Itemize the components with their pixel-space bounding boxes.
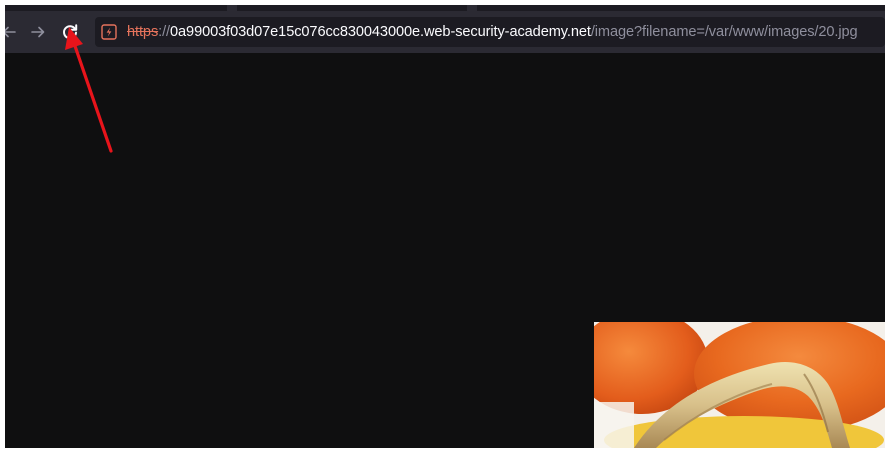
back-button[interactable]	[5, 20, 21, 44]
fruit-image	[594, 322, 885, 448]
insecure-site-icon[interactable]	[101, 24, 117, 40]
reload-button[interactable]	[58, 20, 82, 44]
url-path: /image?filename=/var/www/images/20.jpg	[590, 24, 858, 40]
navigation-toolbar: https://0a99003f03d07e15c076cc830043000e…	[5, 11, 885, 53]
url-separator: ://	[158, 24, 171, 40]
url-text[interactable]: https://0a99003f03d07e15c076cc830043000e…	[127, 17, 858, 47]
arrow-left-icon	[5, 26, 16, 38]
reload-icon	[63, 24, 78, 40]
forward-button[interactable]	[26, 20, 50, 44]
arrow-right-icon	[31, 26, 45, 38]
browser-window: https://0a99003f03d07e15c076cc830043000e…	[5, 5, 885, 448]
page-content	[5, 53, 885, 448]
url-host: 0a99003f03d07e15c076cc830043000e.web-sec…	[170, 24, 591, 40]
address-bar[interactable]: https://0a99003f03d07e15c076cc830043000e…	[95, 17, 885, 47]
url-scheme: https	[127, 24, 159, 40]
fruit-illustration	[594, 322, 885, 448]
